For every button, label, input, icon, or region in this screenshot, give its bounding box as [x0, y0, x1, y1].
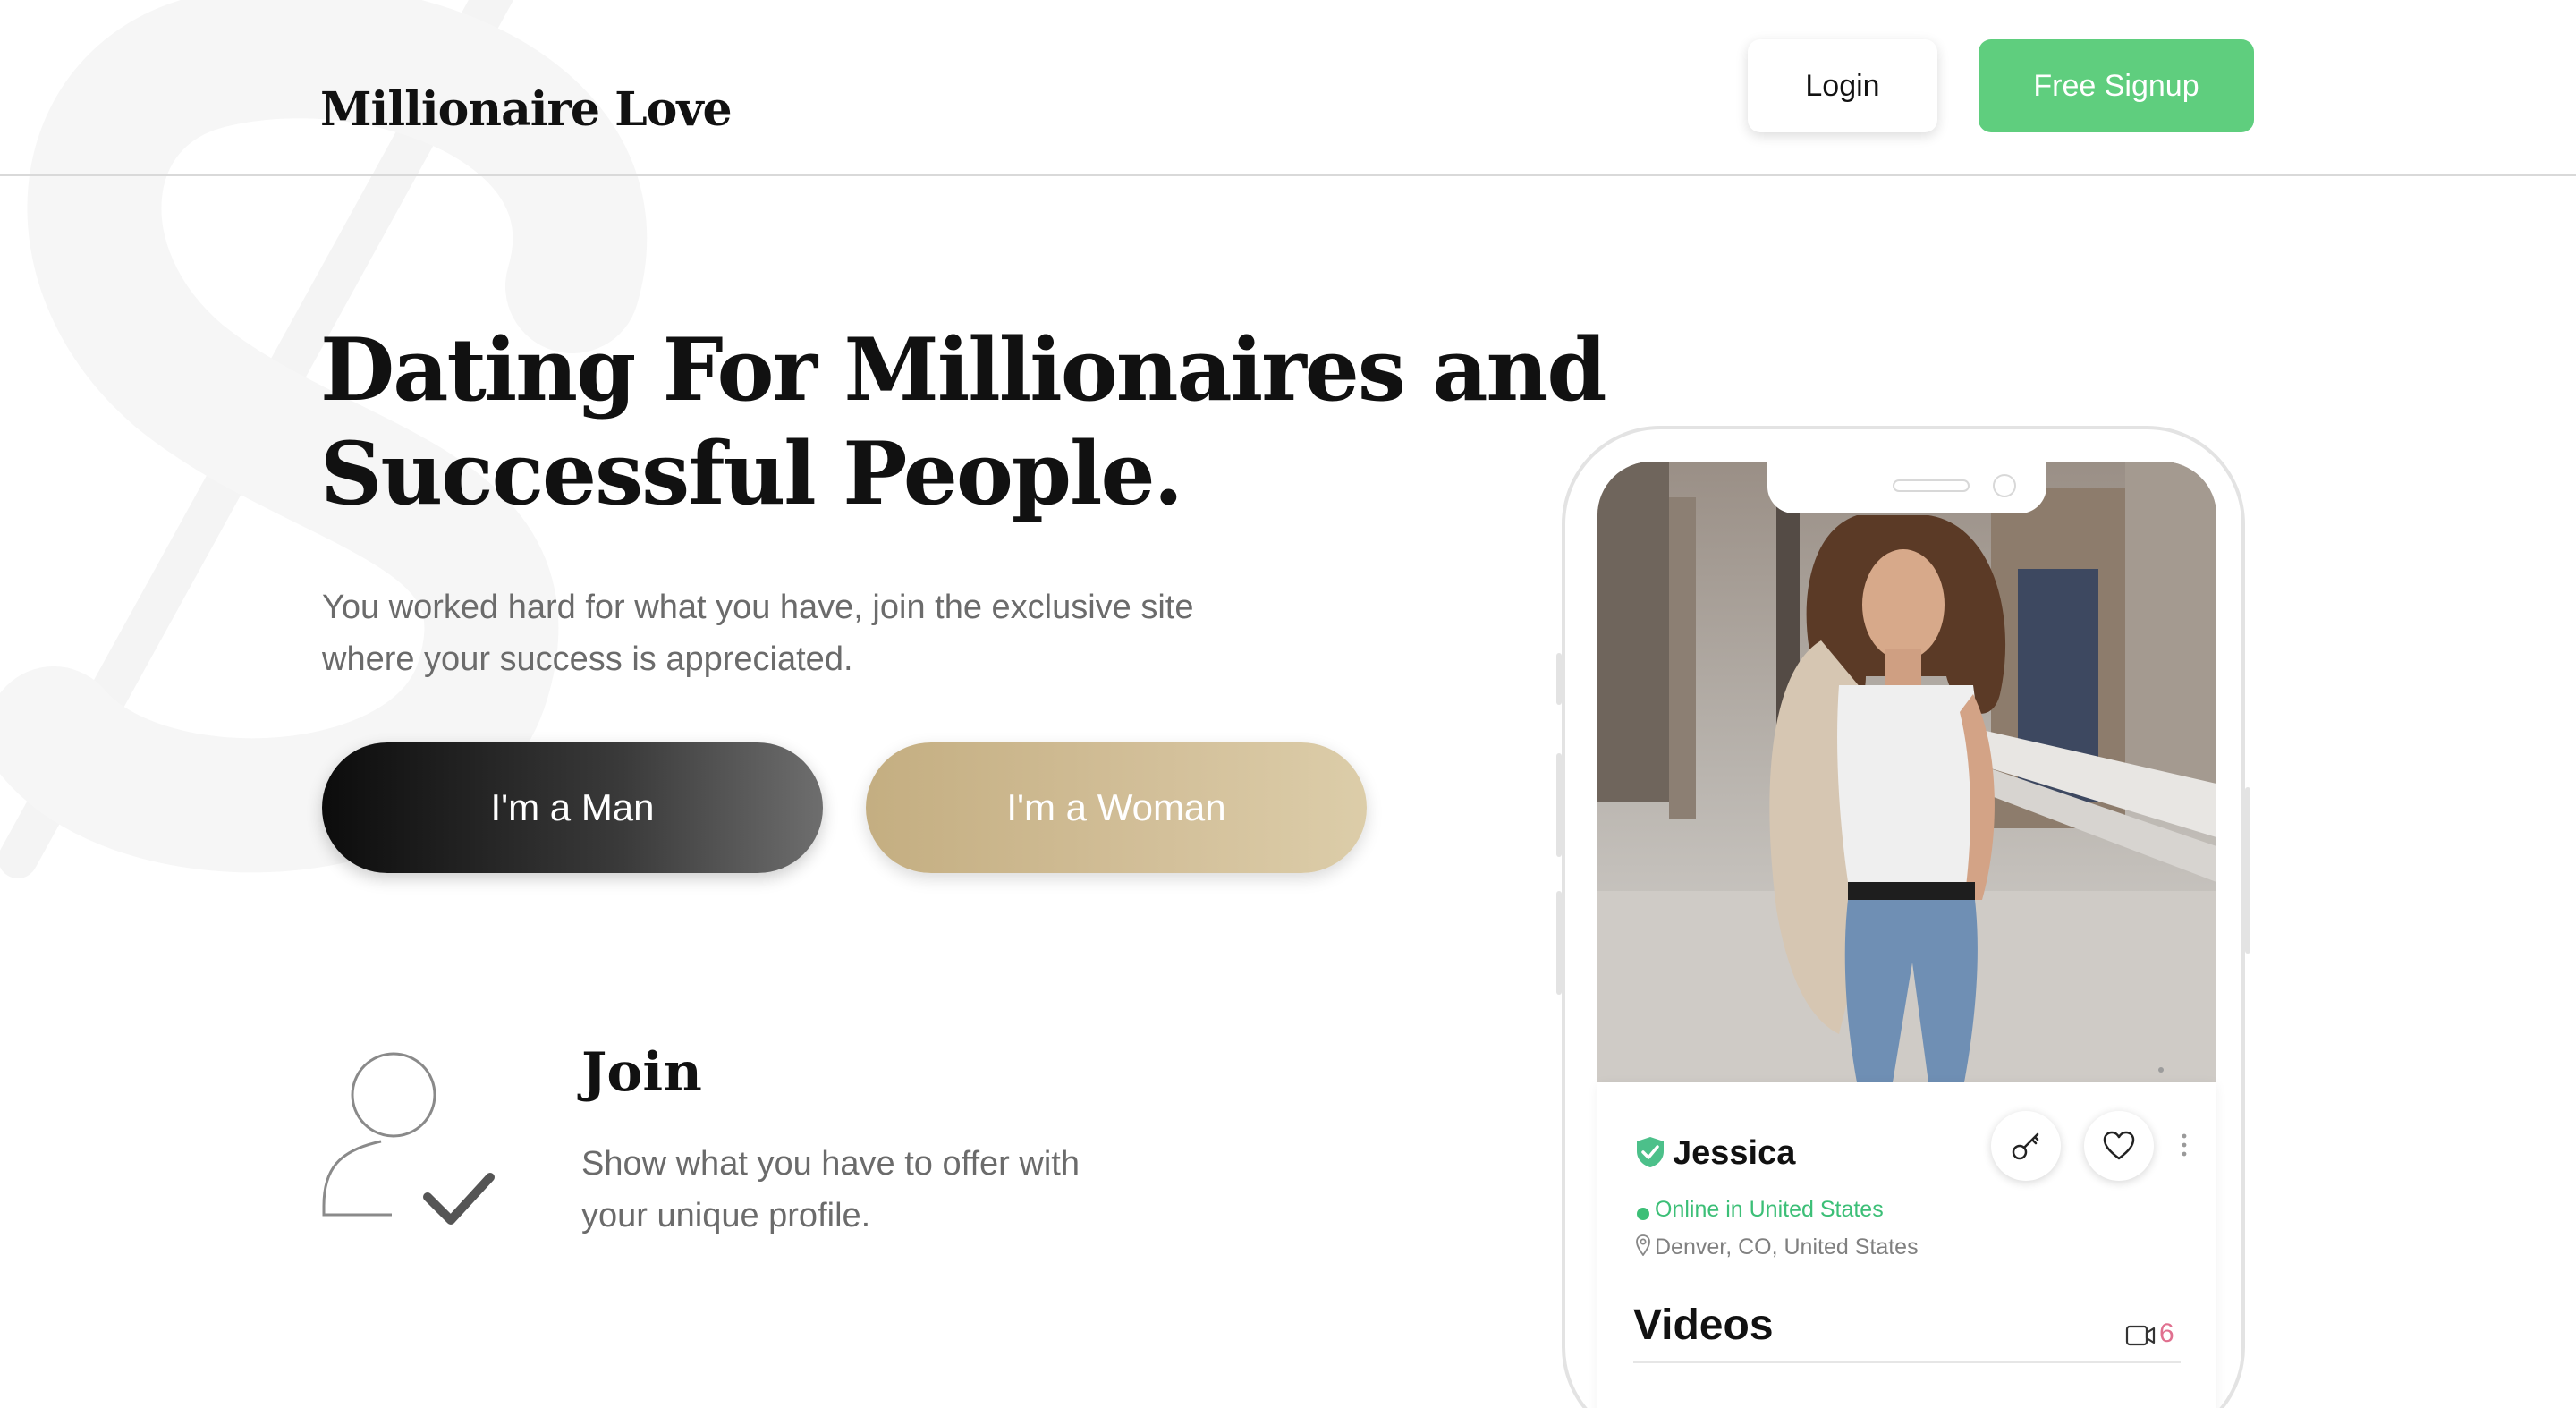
join-feature-description: Show what you have to offer with your un…	[581, 1138, 1208, 1242]
hero-subtitle-line1: You worked hard for what you have, join …	[322, 589, 1194, 626]
videos-section-title: Videos	[1633, 1302, 1774, 1349]
phone-camera	[1993, 474, 2016, 497]
hero-title: Dating For Millionaires and Successful P…	[320, 318, 1606, 526]
profile-card: Jessica Online in United States Denver, …	[1597, 1082, 2216, 1408]
phone-side-button	[2245, 787, 2250, 954]
video-count[interactable]: 6	[2159, 1319, 2174, 1349]
profile-photo-illustration	[1597, 462, 2216, 1082]
online-status-text: Online in United States	[1655, 1197, 1884, 1222]
video-camera-icon	[2125, 1325, 2156, 1346]
heart-icon	[2103, 1131, 2135, 1160]
location-text: Denver, CO, United States	[1655, 1234, 1919, 1260]
key-icon	[2012, 1132, 2039, 1160]
login-button[interactable]: Login	[1748, 39, 1937, 132]
hero-subtitle: You worked hard for what you have, join …	[322, 581, 1306, 685]
divider	[1633, 1361, 2181, 1363]
site-logo[interactable]: Millionaire Love	[320, 82, 733, 137]
profile-photo[interactable]	[1597, 462, 2216, 1082]
shield-check-icon	[1637, 1137, 1664, 1167]
phone-mockup: Jessica Online in United States Denver, …	[1562, 426, 2245, 1408]
online-status-dot	[1637, 1208, 1649, 1220]
im-a-woman-button[interactable]: I'm a Woman	[866, 742, 1367, 873]
hero-title-line2: Successful People.	[320, 423, 1183, 524]
hero-subtitle-line2: where your success is appreciated.	[322, 640, 853, 678]
phone-speaker	[1893, 479, 1970, 492]
favorite-button[interactable]	[2084, 1111, 2154, 1181]
im-a-man-button[interactable]: I'm a Man	[322, 742, 823, 873]
more-vertical-icon[interactable]	[2179, 1129, 2190, 1161]
join-desc-line2: your unique profile.	[581, 1197, 871, 1234]
key-button[interactable]	[1991, 1111, 2061, 1181]
join-desc-line1: Show what you have to offer with	[581, 1145, 1080, 1183]
profile-name[interactable]: Jessica	[1673, 1134, 1795, 1173]
join-feature-title: Join	[581, 1041, 702, 1104]
user-check-icon	[322, 1052, 495, 1225]
hero-title-line1: Dating For Millionaires and	[320, 319, 1606, 420]
free-signup-button[interactable]: Free Signup	[1979, 39, 2254, 132]
phone-notch	[1767, 462, 2046, 513]
site-header: Millionaire Love Login Free Signup	[0, 0, 2576, 176]
location-pin-icon	[1636, 1234, 1650, 1256]
